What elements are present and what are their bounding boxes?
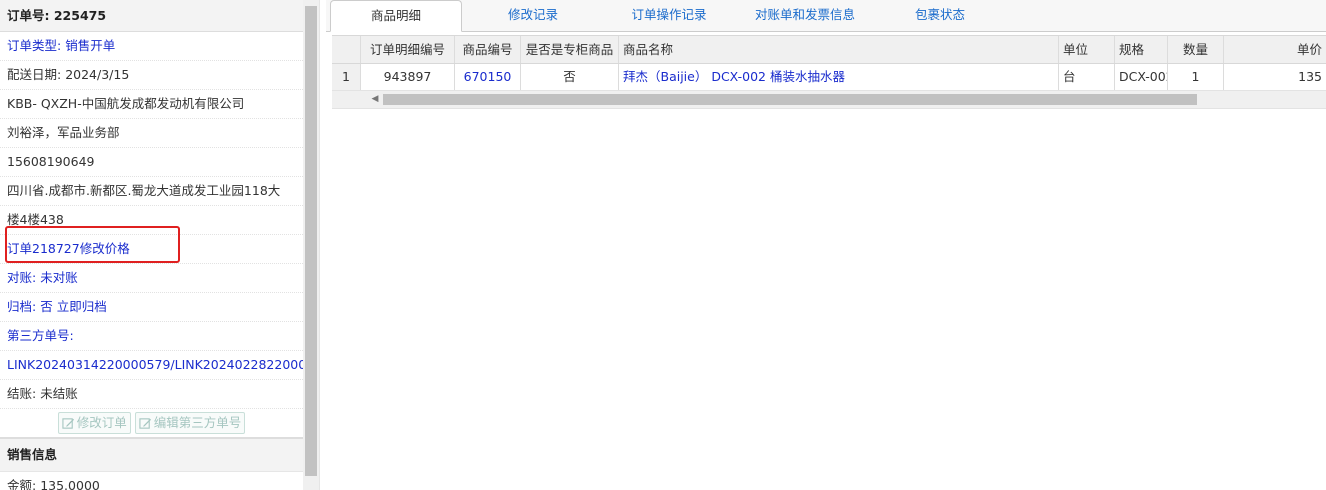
quantity-cell: 1 (1168, 64, 1224, 90)
left-panel-scrollbar[interactable] (303, 0, 319, 490)
tab-statement-invoice[interactable]: 对账单和发票信息 (746, 0, 864, 30)
header-product-name[interactable]: 商品名称 (619, 36, 1059, 63)
order-detail-panel: 商品明细 修改记录 订单操作记录 对账单和发票信息 包裹状态 订单明细编号 商品… (326, 0, 1326, 490)
order-type-label: 订单类型: (7, 38, 62, 53)
product-no-link[interactable]: 670150 (455, 64, 521, 90)
header-unit-price[interactable]: 单价 (1224, 36, 1326, 63)
archive-label: 归档: (7, 299, 37, 314)
amount-row: 金额: 135.0000 (0, 472, 303, 490)
unit-price-cell: 135 (1298, 69, 1322, 84)
header-is-counter[interactable]: 是否是专柜商品 (521, 36, 619, 63)
phone-row: 15608190649 (0, 148, 303, 177)
detail-no-cell: 943897 (361, 64, 455, 90)
tab-product-details[interactable]: 商品明细 (330, 0, 462, 32)
header-detail-no[interactable]: 订单明细编号 (361, 36, 455, 63)
third-party-value-row: LINK20240314220000579/LINK20240228220000… (0, 351, 303, 380)
table-row[interactable]: 1 943897 670150 否 拜杰（Baijie） DCX-002 桶装水… (332, 64, 1326, 91)
highlight-box (5, 226, 180, 263)
order-info-panel: 订单号: 225475 订单类型: 销售开单 配送日期: 2024/3/15 K… (0, 0, 303, 490)
delivery-date-value: 2024/3/15 (65, 67, 130, 82)
panel-divider[interactable] (319, 0, 326, 490)
order-number-label: 订单号: (7, 8, 50, 23)
order-actions: 修改订单 编辑第三方单号 (0, 409, 303, 438)
tab-package-status[interactable]: 包裹状态 (900, 0, 980, 30)
edit-icon (139, 417, 151, 429)
archive-now-link[interactable]: 立即归档 (57, 299, 107, 314)
third-party-label-row: 第三方单号: (0, 322, 303, 351)
tab-modification-log[interactable]: 修改记录 (481, 0, 585, 30)
header-spec[interactable]: 规格 (1115, 36, 1168, 63)
order-number-value: 225475 (53, 8, 107, 23)
product-name-link[interactable]: 拜杰（Baijie） DCX-002 桶装水抽水器 (619, 64, 1059, 90)
settle-value: 未结账 (40, 386, 78, 401)
settle-label: 结账: (7, 386, 37, 401)
is-counter-cell: 否 (521, 64, 619, 90)
company-row: KBB- QXZH-中国航发成都发动机有限公司 (0, 90, 303, 119)
delivery-date-label: 配送日期: (7, 67, 62, 82)
scroll-left-arrow-icon[interactable]: ◀ (368, 91, 382, 108)
edit-icon (62, 417, 74, 429)
tab-order-operation-log[interactable]: 订单操作记录 (609, 0, 729, 30)
reconcile-row: 对账: 未对账 (0, 264, 303, 293)
archive-row: 归档: 否 立即归档 (0, 293, 303, 322)
amount-label: 金额: (7, 478, 37, 490)
grid-horizontal-scrollbar[interactable]: ◀ (332, 91, 1326, 109)
contact-row: 刘裕泽，军品业务部 (0, 119, 303, 148)
grid-header: 订单明细编号 商品编号 是否是专柜商品 商品名称 单位 规格 数量 单价 (332, 36, 1326, 64)
tab-bar: 商品明细 修改记录 订单操作记录 对账单和发票信息 包裹状态 (326, 0, 1326, 32)
order-number-header: 订单号: 225475 (0, 0, 303, 32)
header-quantity[interactable]: 数量 (1168, 36, 1224, 63)
reconcile-label: 对账: (7, 270, 37, 285)
header-unit[interactable]: 单位 (1059, 36, 1115, 63)
header-index (332, 36, 361, 63)
reconcile-value: 未对账 (40, 270, 78, 285)
edit-order-label: 修改订单 (76, 415, 127, 430)
archive-value: 否 (40, 299, 53, 314)
left-scroll-thumb[interactable] (305, 6, 317, 476)
order-type-value: 销售开单 (65, 38, 116, 53)
amount-value: 135.0000 (40, 478, 100, 490)
edit-third-party-button[interactable]: 编辑第三方单号 (134, 412, 246, 434)
sales-info-header: 销售信息 (0, 438, 303, 472)
spec-cell: DCX-002 (1115, 64, 1168, 90)
address-line1: 四川省.成都市.新都区.蜀龙大道成发工业园118大 (0, 177, 303, 206)
order-type-row: 订单类型: 销售开单 (0, 32, 303, 61)
settle-row: 结账: 未结账 (0, 380, 303, 409)
row-index: 1 (332, 64, 361, 90)
unit-cell: 台 (1059, 64, 1115, 90)
edit-order-button[interactable]: 修改订单 (57, 412, 131, 434)
delivery-date-row: 配送日期: 2024/3/15 (0, 61, 303, 90)
edit-third-party-label: 编辑第三方单号 (153, 415, 242, 430)
grid-scroll-thumb[interactable] (383, 94, 1197, 105)
header-product-no[interactable]: 商品编号 (455, 36, 521, 63)
product-grid: 订单明细编号 商品编号 是否是专柜商品 商品名称 单位 规格 数量 单价 1 9… (332, 35, 1326, 109)
